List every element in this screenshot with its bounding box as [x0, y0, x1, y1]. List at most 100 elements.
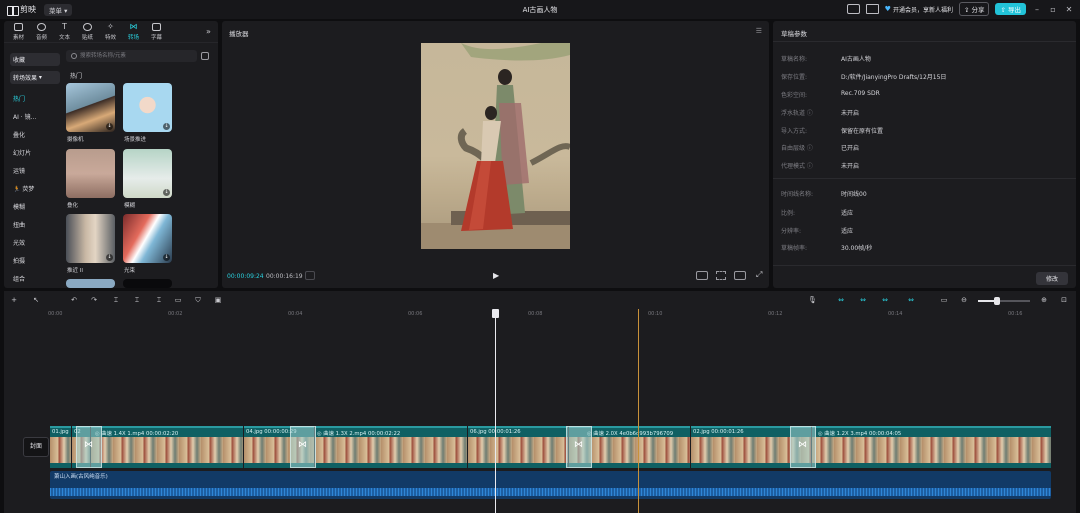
ai-tool-icon[interactable]: ▣ — [214, 296, 222, 304]
preview-axis-icon[interactable]: ⇔ — [904, 296, 918, 304]
clip[interactable]: ◎ 曲速 1.4X 1.mp4 00:00:02:20 — [91, 426, 243, 468]
category-ai[interactable]: AI · 镜... — [10, 107, 60, 125]
download-icon[interactable]: ↓ — [106, 254, 113, 261]
zoom-out-icon[interactable]: ⊖ — [960, 296, 968, 304]
transition-thumb-dissolve[interactable] — [66, 149, 115, 198]
transition-marker[interactable] — [290, 426, 316, 468]
tab-transitions[interactable]: ⋈ 转场 — [122, 21, 145, 42]
tab-audio[interactable]: 音频 — [30, 21, 53, 42]
modify-button[interactable]: 修改 — [1035, 272, 1068, 285]
player-panel: 播放器 ☰ 00:00:09:24 00:00:16:19 ▶ ⤢ — [222, 21, 769, 288]
share-button[interactable]: ⇪ 分享 — [958, 2, 990, 16]
category-distort[interactable]: 扭曲 — [10, 215, 60, 233]
media-icon — [14, 22, 23, 31]
add-track-icon[interactable]: + — [10, 296, 18, 304]
undo-icon[interactable]: ↶ — [70, 296, 78, 304]
fit-timeline-icon[interactable]: ⊡ — [1060, 296, 1068, 304]
category-dissolve[interactable]: 叠化 — [10, 125, 60, 143]
minimize-icon[interactable]: – — [1032, 5, 1042, 14]
play-button[interactable]: ▶ — [493, 271, 499, 280]
transition-thumb-scene-push[interactable]: ↓ — [123, 83, 172, 132]
transition-icon: ⋈ — [129, 21, 138, 31]
transition-marker[interactable] — [790, 426, 816, 468]
select-tool-icon[interactable]: ↖ — [32, 296, 40, 304]
thumb-label: 叠化 — [67, 203, 79, 209]
layout-icon[interactable] — [846, 4, 860, 14]
zoom-in-icon[interactable]: ⊕ — [1040, 296, 1048, 304]
search-input[interactable]: 搜索转场名称/元素 — [66, 50, 197, 62]
shortcut-icon[interactable] — [865, 4, 879, 14]
delete-icon[interactable]: ▭ — [174, 296, 182, 304]
transition-thumb-light-beam[interactable]: ↓ — [123, 214, 172, 263]
shield-icon[interactable]: ⛉ — [194, 296, 202, 304]
maximize-icon[interactable]: ▫ — [1048, 5, 1058, 14]
thumb-label: 模糊 — [124, 203, 136, 209]
fullscreen-icon[interactable]: ⤢ — [756, 270, 762, 280]
download-icon[interactable]: ↓ — [106, 123, 113, 130]
category-slideshow[interactable]: 幻灯片 — [10, 143, 60, 161]
audio-clip[interactable]: 萧山入画(古风纯音乐) — [50, 471, 1051, 499]
tab-sticker[interactable]: 贴纸 — [76, 21, 99, 42]
clip[interactable]: ◎ 曲速 1.3X 2.mp4 00:00:02:22 — [315, 426, 467, 468]
microphone-icon[interactable]: 🎙 — [808, 296, 817, 304]
transition-thumb-partial[interactable] — [123, 279, 172, 288]
zoom-slider[interactable] — [978, 297, 1030, 305]
close-icon[interactable]: ✕ — [1064, 5, 1074, 14]
category-collect[interactable]: 收藏 — [10, 53, 60, 66]
split-left-icon[interactable]: ⌶ — [133, 296, 141, 304]
category-transition-effects[interactable]: 转场效果 ▾ — [10, 71, 60, 84]
more-tabs-icon[interactable]: » — [206, 27, 211, 36]
transition-thumb-camera[interactable]: ↓ — [66, 83, 115, 132]
menu-button[interactable]: 菜单 ▾ — [44, 3, 73, 16]
tab-captions[interactable]: 字幕 — [145, 21, 168, 42]
filter-icon[interactable] — [201, 52, 209, 60]
clip[interactable]: 06.jpg 00:00:01:26 — [468, 426, 568, 468]
category-combo[interactable]: 组合 — [10, 269, 60, 287]
split-right-icon[interactable]: ⌶ — [155, 296, 163, 304]
playhead[interactable] — [492, 309, 499, 513]
clip[interactable]: ◎ 曲速 1.2X 3.mp4 00:00:04:05 — [812, 426, 1051, 468]
cover-button[interactable]: 封面 — [23, 437, 49, 457]
link-icon[interactable]: ⇔ — [834, 296, 848, 304]
download-icon[interactable]: ↓ — [163, 123, 170, 130]
draft-params-panel: 草稿参数 草稿名称: AI古画人物 保存位置: D:/软件/JianyingPro … — [773, 21, 1076, 288]
transition-thumb-blur[interactable]: ↓ — [123, 149, 172, 198]
download-icon[interactable]: ↓ — [163, 254, 170, 261]
transition-marker[interactable] — [566, 426, 592, 468]
marker-line — [638, 309, 639, 513]
download-icon[interactable]: ↓ — [163, 189, 170, 196]
clip[interactable]: 01.jpg — [50, 426, 71, 468]
redo-icon[interactable]: ↷ — [90, 296, 98, 304]
preview-frame — [421, 43, 570, 249]
timecode-icon[interactable] — [305, 271, 315, 280]
fit-icon[interactable] — [716, 271, 726, 280]
quality-icon[interactable] — [696, 271, 708, 280]
ruler-label: 00:04 — [288, 311, 303, 317]
transition-marker[interactable] — [76, 426, 102, 468]
category-camera[interactable]: 运镜 — [10, 161, 60, 179]
split-icon[interactable]: ⌶ — [112, 296, 120, 304]
category-blur[interactable]: 模糊 — [10, 197, 60, 215]
transition-thumb-push-in[interactable]: ↓ — [66, 214, 115, 263]
transition-thumb-partial[interactable] — [66, 279, 115, 288]
text-icon: T — [62, 21, 67, 31]
category-light[interactable]: 光效 — [10, 233, 60, 251]
thumb-label: 场景推进 — [124, 137, 147, 143]
param-row: 草稿帧率: 30.00帧/秒 — [781, 245, 873, 252]
zoom-slider-handle[interactable] — [994, 297, 1000, 305]
media-tabs: 素材 音频 T 文本 贴纸 ✧ 特效 ⋈ 转场 字幕 — [4, 21, 218, 43]
thumb-label: 摄像机 — [67, 137, 84, 143]
screen-icon[interactable]: ▭ — [940, 296, 948, 304]
player-menu-icon[interactable]: ☰ — [756, 27, 762, 35]
category-hot[interactable]: 热门 — [10, 89, 60, 107]
link-track-icon[interactable]: ⇔ — [878, 296, 892, 304]
vip-promo[interactable]: ♥ 开通会员，享新人福利 — [885, 5, 953, 14]
tab-text[interactable]: T 文本 — [53, 21, 76, 42]
ratio-icon[interactable] — [734, 271, 746, 280]
tab-media[interactable]: 素材 — [7, 21, 30, 42]
export-button[interactable]: ⇧ 导出 — [995, 3, 1026, 15]
category-shoot[interactable]: 拍摄 — [10, 251, 60, 269]
snap-icon[interactable]: ⇔ — [856, 296, 870, 304]
tab-effects[interactable]: ✧ 特效 — [99, 21, 122, 42]
category-dream[interactable]: 🏃 荧梦 — [10, 179, 60, 197]
